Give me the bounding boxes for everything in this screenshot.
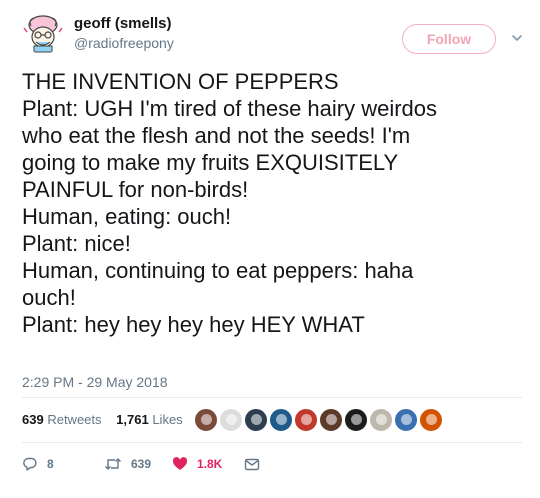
tweet-line: Human, continuing to eat peppers: haha xyxy=(22,258,414,283)
tweet-line: Plant: UGH I'm tired of these hairy weir… xyxy=(22,96,438,121)
liker-avatar[interactable] xyxy=(244,408,268,432)
tweet-text: THE INVENTION OF PEPPERS Plant: UGH I'm … xyxy=(22,68,522,338)
direct-message-button[interactable] xyxy=(244,455,260,473)
divider xyxy=(22,397,522,398)
liker-avatar[interactable] xyxy=(344,408,368,432)
retweet-icon xyxy=(104,456,122,472)
likes-count: 1,761 xyxy=(116,412,149,427)
like-button[interactable]: 1.8K xyxy=(172,455,222,473)
liker-avatar[interactable] xyxy=(269,408,293,432)
retweet-count: 639 xyxy=(131,457,152,471)
retweet-button[interactable]: 639 xyxy=(104,455,151,473)
follow-button[interactable]: Follow xyxy=(402,24,496,54)
envelope-icon xyxy=(244,456,260,472)
retweets-stat[interactable]: 639 Retweets xyxy=(22,412,102,427)
reply-count: 8 xyxy=(47,457,54,471)
liker-avatar[interactable] xyxy=(194,408,218,432)
likes-stat[interactable]: 1,761 Likes xyxy=(116,412,183,427)
liker-avatar[interactable] xyxy=(294,408,318,432)
tweet-line: Plant: nice! xyxy=(22,231,131,256)
tweet-line: Human, eating: ouch! xyxy=(22,204,232,229)
likes-label: Likes xyxy=(152,412,183,427)
engagement-stats: 639 Retweets 1,761 Likes xyxy=(22,412,194,427)
tweet-line: Plant: hey hey hey hey HEY WHAT xyxy=(22,312,365,337)
retweets-label: Retweets xyxy=(47,412,102,427)
heart-icon xyxy=(172,456,188,472)
reply-icon xyxy=(22,456,38,472)
tweet-line: who eat the flesh and not the seeds! I'm xyxy=(22,123,411,148)
divider xyxy=(22,442,522,443)
author-avatar[interactable] xyxy=(22,12,64,54)
tweet-line: PAINFUL for non-birds! xyxy=(22,177,249,202)
retweets-count: 639 xyxy=(22,412,44,427)
liker-avatars xyxy=(194,408,444,432)
tweet-line: ouch! xyxy=(22,285,76,310)
liker-avatar[interactable] xyxy=(369,408,393,432)
liker-avatar[interactable] xyxy=(319,408,343,432)
author-handle[interactable]: @radiofreepony xyxy=(74,35,174,51)
liker-avatar[interactable] xyxy=(219,408,243,432)
chevron-down-icon[interactable] xyxy=(510,31,524,45)
tweet-timestamp[interactable]: 2:29 PM - 29 May 2018 xyxy=(22,374,168,390)
like-count: 1.8K xyxy=(197,457,223,471)
reply-button[interactable]: 8 xyxy=(22,455,54,473)
author-name[interactable]: geoff (smells) xyxy=(74,15,172,32)
liker-avatar[interactable] xyxy=(419,408,443,432)
tweet-line: going to make my fruits EXQUISITELY xyxy=(22,150,399,175)
tweet-card: geoff (smells) @radiofreepony Follow THE… xyxy=(0,0,540,498)
tweet-line: THE INVENTION OF PEPPERS xyxy=(22,69,339,94)
liker-avatar[interactable] xyxy=(394,408,418,432)
